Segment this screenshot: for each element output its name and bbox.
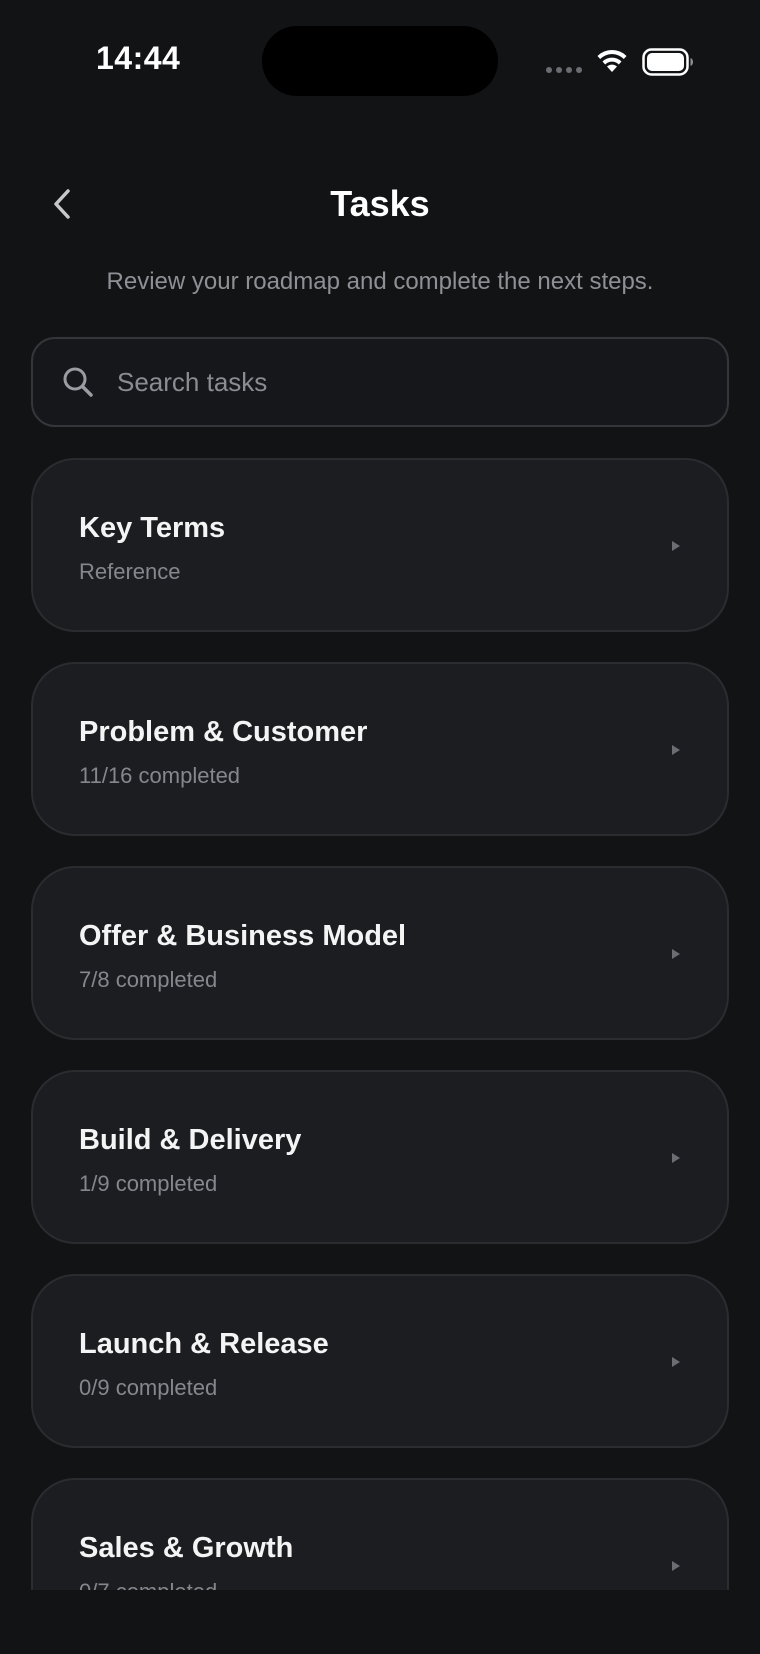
task-category-key-terms[interactable]: Key Terms Reference xyxy=(31,458,729,632)
task-category-launch-release[interactable]: Launch & Release 0/9 completed xyxy=(31,1274,729,1448)
task-category-sales-growth[interactable]: Sales & Growth 0/7 completed xyxy=(31,1478,729,1590)
task-category-title: Problem & Customer xyxy=(79,716,368,748)
chevron-right-icon xyxy=(672,1561,680,1571)
task-category-problem-customer[interactable]: Problem & Customer 11/16 completed xyxy=(31,662,729,836)
task-category-title: Offer & Business Model xyxy=(79,920,407,952)
wifi-icon xyxy=(597,49,627,72)
chevron-right-icon xyxy=(672,541,680,551)
task-list[interactable]: Key Terms Reference Problem & Customer 1… xyxy=(0,458,760,1590)
status-bar: 14:44 xyxy=(0,0,760,130)
page-subtitle: Review your roadmap and complete the nex… xyxy=(106,268,654,295)
search-input[interactable] xyxy=(115,351,727,413)
chevron-right-icon xyxy=(672,949,680,959)
page-title: Tasks xyxy=(330,183,430,224)
task-category-progress: 11/16 completed xyxy=(79,763,241,788)
task-category-build-delivery[interactable]: Build & Delivery 1/9 completed xyxy=(31,1070,729,1244)
chevron-right-icon xyxy=(672,1153,680,1163)
task-category-title: Sales & Growth xyxy=(79,1532,294,1564)
search-icon xyxy=(63,367,93,397)
chevron-right-icon xyxy=(672,745,680,755)
task-category-progress: 7/8 completed xyxy=(79,967,218,992)
battery-icon xyxy=(642,48,693,76)
dynamic-island xyxy=(262,26,498,96)
task-category-title: Launch & Release xyxy=(79,1328,329,1360)
task-category-progress: 0/7 completed xyxy=(79,1578,217,1590)
task-category-progress: Reference xyxy=(79,559,181,584)
bottom-safe-area xyxy=(0,1590,760,1654)
task-category-offer-business-model[interactable]: Offer & Business Model 7/8 completed xyxy=(31,866,729,1040)
task-category-progress: 0/9 completed xyxy=(79,1375,218,1400)
task-category-title: Build & Delivery xyxy=(79,1124,302,1156)
status-time: 14:44 xyxy=(96,40,181,76)
cellular-signal-icon xyxy=(546,67,582,73)
task-category-title: Key Terms xyxy=(79,512,226,544)
chevron-right-icon xyxy=(672,1357,680,1367)
search-box[interactable] xyxy=(31,337,729,427)
task-category-progress: 1/9 completed xyxy=(79,1171,218,1196)
